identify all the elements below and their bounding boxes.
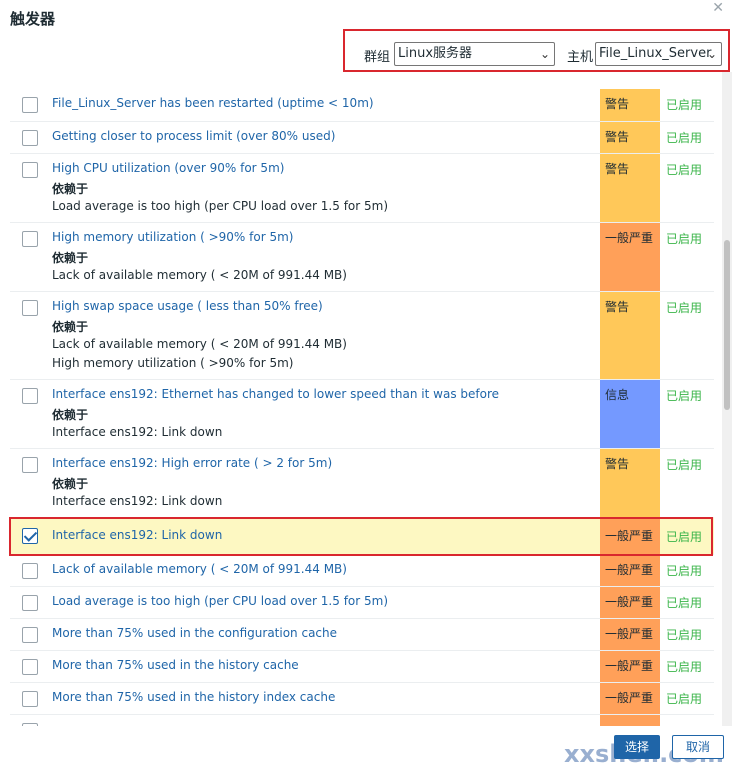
dependency-text: High memory utilization ( >90% for 5m) bbox=[52, 356, 294, 370]
table-row: High CPU utilization (over 90% for 5m) 依… bbox=[10, 154, 714, 223]
status-text: 已启用 bbox=[666, 660, 703, 674]
host-select-value: File_Linux_Server bbox=[599, 46, 712, 61]
row-checkbox[interactable] bbox=[22, 595, 38, 611]
dependency-text: Lack of available memory ( < 20M of 991.… bbox=[52, 337, 347, 351]
row-checkbox[interactable] bbox=[22, 388, 38, 404]
host-label: 主机 bbox=[567, 50, 594, 65]
chevron-down-icon: ⌄ bbox=[539, 47, 550, 61]
status-text: 已启用 bbox=[666, 163, 703, 177]
row-checkbox[interactable] bbox=[22, 659, 38, 675]
row-checkbox[interactable] bbox=[22, 97, 38, 113]
dependency-text: Load average is too high (per CPU load o… bbox=[52, 199, 389, 213]
table-row: Lack of available memory ( < 20M of 991.… bbox=[10, 555, 714, 587]
severity-cell: 警告 bbox=[600, 292, 660, 379]
table-row: Getting closer to process limit (over 80… bbox=[10, 122, 714, 154]
table-row: Load average is too high (per CPU load o… bbox=[10, 587, 714, 619]
table-row: More than 75% used in the history index … bbox=[10, 683, 714, 715]
severity-cell: 警告 bbox=[600, 122, 660, 153]
severity-cell: 一般严重 bbox=[600, 555, 660, 586]
status-text: 已启用 bbox=[666, 628, 703, 642]
trigger-name-link[interactable]: More than 75% used in the history index … bbox=[52, 690, 335, 704]
host-select[interactable]: File_Linux_Server ⌄ bbox=[595, 42, 722, 66]
trigger-name-link[interactable]: More than 75% used in the configuration … bbox=[52, 626, 337, 640]
severity-cell: 一般严重 bbox=[600, 619, 660, 650]
trigger-list: File_Linux_Server has been restarted (up… bbox=[10, 72, 714, 726]
status-text: 已启用 bbox=[666, 692, 703, 706]
dependency-text: Interface ens192: Link down bbox=[52, 425, 223, 439]
table-row bbox=[10, 715, 714, 726]
trigger-name-link[interactable]: Interface ens192: Ethernet has changed t… bbox=[52, 387, 499, 401]
status-text: 已启用 bbox=[666, 131, 703, 145]
dependency-text: Lack of available memory ( < 20M of 991.… bbox=[52, 268, 347, 282]
status-text: 已启用 bbox=[666, 389, 703, 403]
trigger-name-link[interactable]: File_Linux_Server has been restarted (up… bbox=[52, 96, 374, 110]
trigger-name-link[interactable]: Getting closer to process limit (over 80… bbox=[52, 129, 335, 143]
status-text: 已启用 bbox=[666, 301, 703, 315]
depends-heading: 依赖于 bbox=[52, 251, 89, 265]
trigger-name-link[interactable]: More than 75% used in the history cache bbox=[52, 658, 299, 672]
table-row: Interface ens192: High error rate ( > 2 … bbox=[10, 449, 714, 518]
group-select[interactable]: Linux服务器 ⌄ bbox=[394, 42, 555, 66]
row-checkbox[interactable] bbox=[22, 130, 38, 146]
close-icon[interactable]: ✕ bbox=[712, 0, 724, 16]
trigger-name-link[interactable]: Lack of available memory ( < 20M of 991.… bbox=[52, 562, 347, 576]
status-text: 已启用 bbox=[666, 98, 703, 112]
trigger-name-link[interactable]: High memory utilization ( >90% for 5m) bbox=[52, 230, 293, 244]
dialog-title: 触发器 bbox=[10, 10, 56, 28]
row-checkbox[interactable] bbox=[22, 563, 38, 579]
trigger-name-link[interactable]: High CPU utilization (over 90% for 5m) bbox=[52, 161, 284, 175]
table-row: High swap space usage ( less than 50% fr… bbox=[10, 292, 714, 380]
status-text: 已启用 bbox=[666, 232, 703, 246]
select-button[interactable]: 选择 bbox=[614, 735, 660, 759]
group-label: 群组 bbox=[364, 50, 391, 65]
severity-cell: 一般严重 bbox=[600, 683, 660, 714]
row-checkbox[interactable] bbox=[22, 457, 38, 473]
row-checkbox[interactable] bbox=[22, 300, 38, 316]
scrollbar-thumb[interactable] bbox=[724, 240, 730, 410]
trigger-name-link[interactable]: Load average is too high (per CPU load o… bbox=[52, 594, 388, 608]
status-text: 已启用 bbox=[666, 596, 703, 610]
table-row: Interface ens192: Ethernet has changed t… bbox=[10, 380, 714, 449]
row-checkbox[interactable] bbox=[22, 691, 38, 707]
severity-cell: 信息 bbox=[600, 380, 660, 448]
severity-cell: 警告 bbox=[600, 89, 660, 121]
table-row: More than 75% used in the history cache … bbox=[10, 651, 714, 683]
row-checkbox[interactable] bbox=[22, 231, 38, 247]
table-row: File_Linux_Server has been restarted (up… bbox=[10, 89, 714, 122]
severity-cell: 警告 bbox=[600, 449, 660, 517]
table-row: High memory utilization ( >90% for 5m) 依… bbox=[10, 223, 714, 292]
depends-heading: 依赖于 bbox=[52, 320, 89, 334]
depends-heading: 依赖于 bbox=[52, 408, 89, 422]
depends-heading: 依赖于 bbox=[52, 182, 89, 196]
chevron-down-icon: ⌄ bbox=[706, 47, 717, 61]
table-row: More than 75% used in the configuration … bbox=[10, 619, 714, 651]
group-select-value: Linux服务器 bbox=[398, 46, 473, 61]
severity-cell: 一般严重 bbox=[600, 587, 660, 618]
cancel-button[interactable]: 取消 bbox=[672, 735, 724, 759]
severity-cell: 警告 bbox=[600, 154, 660, 222]
status-text: 已启用 bbox=[666, 564, 703, 578]
dependency-text: Interface ens192: Link down bbox=[52, 494, 223, 508]
depends-heading: 依赖于 bbox=[52, 477, 89, 491]
trigger-name-link[interactable]: High swap space usage ( less than 50% fr… bbox=[52, 299, 323, 313]
severity-cell bbox=[600, 715, 660, 726]
selected-row-highlight-box bbox=[9, 517, 713, 556]
severity-cell: 一般严重 bbox=[600, 223, 660, 291]
status-text: 已启用 bbox=[666, 458, 703, 472]
row-checkbox[interactable] bbox=[22, 162, 38, 178]
severity-cell: 一般严重 bbox=[600, 651, 660, 682]
trigger-name-link[interactable]: Interface ens192: High error rate ( > 2 … bbox=[52, 456, 332, 470]
row-checkbox[interactable] bbox=[22, 627, 38, 643]
trigger-dialog: 触发器 ✕ 群组 Linux服务器 ⌄ 主机 File_Linux_Server… bbox=[0, 0, 732, 768]
